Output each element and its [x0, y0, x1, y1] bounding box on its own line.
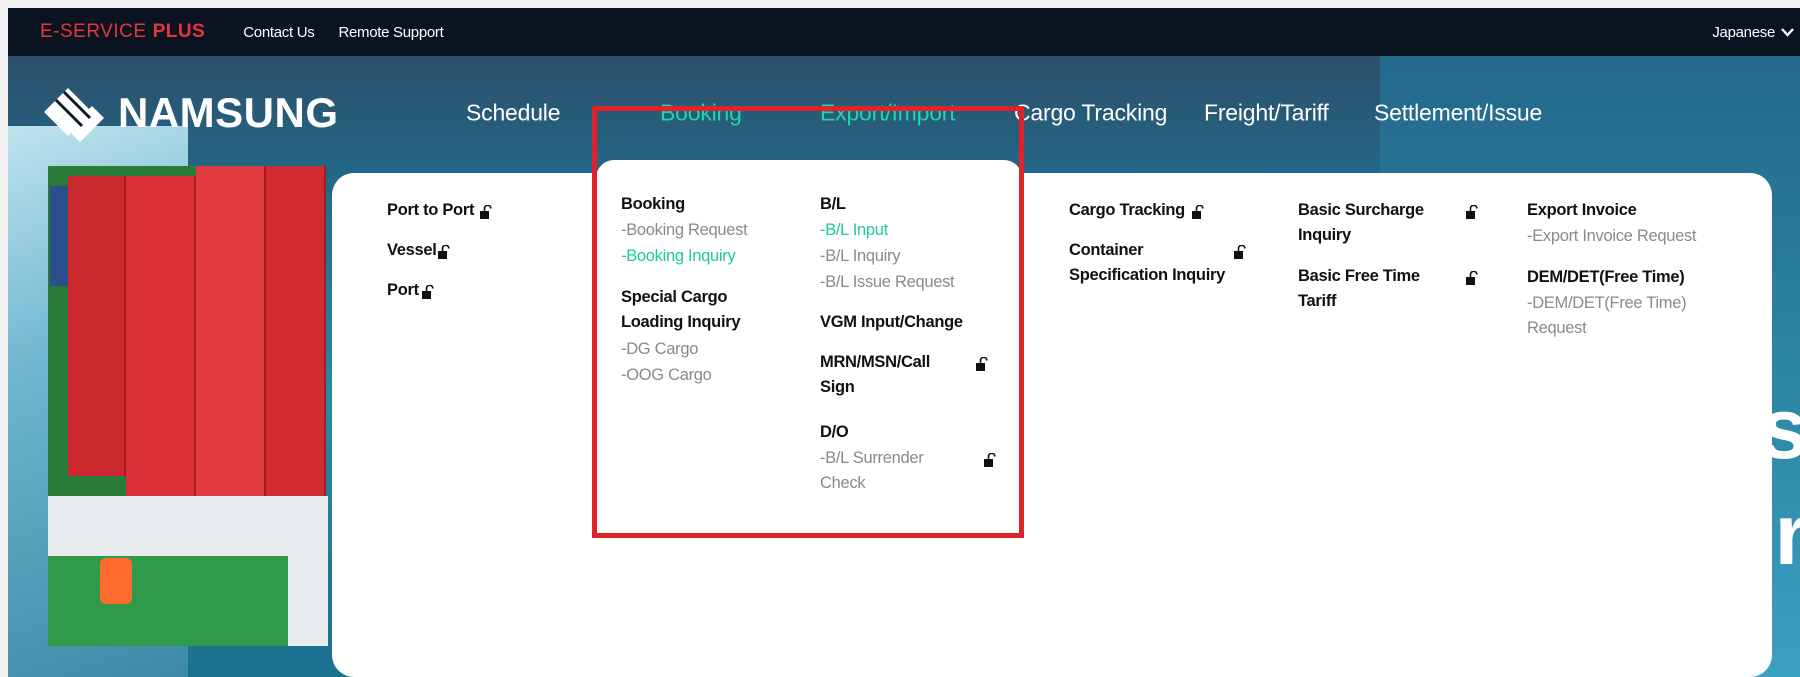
hero-text-partial: er: [1726, 487, 1800, 583]
menu-label: Tariff: [1298, 292, 1337, 310]
contact-us-link[interactable]: Contact Us: [243, 24, 315, 41]
language-label: Japanese: [1712, 23, 1775, 41]
menu-port-to-port[interactable]: Port to Port: [387, 198, 474, 223]
chevron-down-icon: [1781, 24, 1794, 40]
lock-open-icon: [1234, 245, 1246, 259]
menu-label: Port: [387, 281, 419, 299]
lock-open-icon: [1192, 205, 1204, 219]
nav-settlement-issue[interactable]: Settlement/Issue: [1374, 100, 1542, 127]
brand-text: E-SERVICE: [40, 21, 147, 42]
lock-open-icon: [480, 205, 492, 219]
remote-support-link[interactable]: Remote Support: [338, 24, 443, 41]
menu-export-invoice-request[interactable]: -Export Invoice Request: [1527, 224, 1696, 249]
menu-label: Basic Free Time: [1298, 267, 1420, 285]
lifeboat: [100, 558, 132, 604]
container-stack: [196, 166, 266, 506]
page: E-SERVICE PLUS Contact Us Remote Support …: [8, 8, 1800, 677]
nav-freight-tariff[interactable]: Freight/Tariff: [1204, 100, 1329, 127]
menu-vessel[interactable]: Vessel: [387, 238, 437, 263]
lock-open-icon: [1466, 205, 1478, 219]
lock-open-icon: [1466, 271, 1478, 285]
menu-dem-det-request[interactable]: -DEM/DET(Free Time) Request: [1527, 291, 1687, 341]
namsung-logo[interactable]: NAMSUNG: [38, 78, 339, 148]
highlight-box: [592, 106, 1024, 538]
lock-open-icon: [438, 245, 450, 259]
hero-text-partial: cs: [1712, 381, 1800, 477]
lock-open-icon: [422, 285, 434, 299]
menu-label: Vessel: [387, 241, 437, 259]
menu-label: Specification Inquiry: [1069, 266, 1225, 284]
menu-basic-free-time-tariff[interactable]: Basic Free Time Tariff: [1298, 264, 1420, 314]
nav-schedule[interactable]: Schedule: [466, 100, 561, 127]
menu-cargo-tracking[interactable]: Cargo Tracking: [1069, 198, 1185, 223]
menu-label: Container: [1069, 241, 1144, 259]
container-stack: [266, 166, 326, 506]
language-selector[interactable]: Japanese: [1712, 8, 1794, 56]
namsung-logo-icon: [38, 78, 108, 148]
nav-cargo-tracking[interactable]: Cargo Tracking: [1014, 100, 1167, 127]
brand-plus: PLUS: [152, 21, 206, 42]
menu-label: Port to Port: [387, 201, 475, 219]
top-utility-bar: E-SERVICE PLUS Contact Us Remote Support …: [8, 8, 1800, 56]
eservice-brand[interactable]: E-SERVICE PLUS: [40, 21, 205, 43]
menu-export-invoice[interactable]: Export Invoice: [1527, 198, 1637, 223]
container-stack: [68, 176, 126, 476]
menu-label: Inquiry: [1298, 226, 1351, 244]
menu-basic-surcharge-inquiry[interactable]: Basic Surcharge Inquiry: [1298, 198, 1424, 248]
ship-rail: [48, 556, 288, 646]
menu-label: Request: [1527, 319, 1587, 337]
menu-container-spec-inquiry[interactable]: Container Specification Inquiry: [1069, 238, 1225, 288]
menu-label: Basic Surcharge: [1298, 201, 1424, 219]
menu-port[interactable]: Port: [387, 278, 419, 303]
menu-label: -DEM/DET(Free Time): [1527, 294, 1687, 312]
menu-dem-det-free-time[interactable]: DEM/DET(Free Time): [1527, 265, 1685, 290]
container-stack: [126, 176, 196, 506]
logo-wordmark: NAMSUNG: [118, 89, 339, 136]
